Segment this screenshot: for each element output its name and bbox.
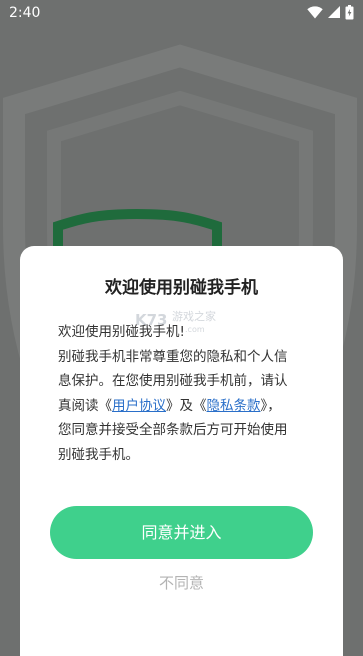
dialog-greeting: 欢迎使用别碰我手机! bbox=[58, 324, 185, 340]
dialog-body-line-links: 真阅读《用户协议》及《隐私条款》， bbox=[58, 394, 328, 419]
dialog-body-line: 别碰我手机非常尊重您的隐私和个人信 bbox=[58, 348, 288, 365]
text-fragment: 》及《 bbox=[166, 397, 207, 414]
user-agreement-link[interactable]: 用户协议 bbox=[112, 398, 166, 414]
signal-icon bbox=[327, 5, 341, 19]
decline-button[interactable]: 不同意 bbox=[20, 571, 343, 595]
status-time: 2:40 bbox=[9, 5, 41, 21]
agree-button[interactable]: 同意并进入 bbox=[50, 506, 313, 559]
text-fragment: 真阅读《 bbox=[58, 397, 112, 414]
battery-icon bbox=[345, 4, 354, 20]
dialog-title: 欢迎使用别碰我手机 bbox=[105, 278, 258, 298]
status-icons bbox=[307, 4, 354, 20]
status-bar: 2:40 bbox=[0, 0, 363, 26]
text-fragment: 》， bbox=[260, 397, 281, 414]
dialog-body-line: 您同意并接受全部条款后方可开始使用 bbox=[58, 422, 288, 438]
privacy-policy-link[interactable]: 隐私条款 bbox=[207, 398, 261, 414]
dialog-body-line: 息保护。在您使用别碰我手机前，请认 bbox=[58, 373, 288, 389]
privacy-dialog: 欢迎使用别碰我手机 K73 游戏之家 .com 欢迎使用别碰我手机! 别碰我手机… bbox=[20, 246, 343, 656]
dialog-body: 欢迎使用别碰我手机! 别碰我手机非常尊重您的隐私和个人信 息保护。在您使用别碰我… bbox=[58, 320, 328, 467]
dialog-body-line: 别碰我手机。 bbox=[58, 446, 139, 463]
wifi-icon bbox=[307, 5, 323, 19]
